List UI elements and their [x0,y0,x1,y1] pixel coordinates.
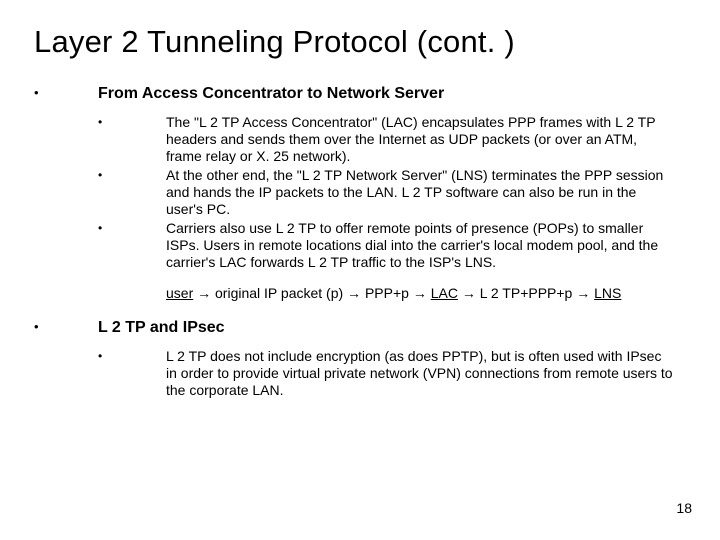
section-1-heading: From Access Concentrator to Network Serv… [98,84,444,104]
slide: Layer 2 Tunneling Protocol (cont. ) • Fr… [0,0,720,540]
list-item: • At the other end, the "L 2 TP Network … [98,167,686,218]
flow-node-lns: LNS [594,285,621,301]
bullet-icon: • [98,167,166,184]
bullet-icon: • [98,114,166,131]
page-number: 18 [676,500,692,516]
flow-node-lac: LAC [431,285,458,301]
list-item: • L 2 TP does not include encryption (as… [98,348,686,399]
arrow-icon: → [462,285,476,301]
section-1-heading-row: • From Access Concentrator to Network Se… [34,84,686,104]
arrow-icon: → [347,285,361,301]
flow-node-l2tp: L 2 TP+PPP+p [480,285,573,301]
arrow-icon: → [576,285,590,301]
list-item-text: Carriers also use L 2 TP to offer remote… [166,220,676,271]
arrow-icon: → [413,285,427,301]
flow-node-user: user [166,285,193,301]
list-item-text: L 2 TP does not include encryption (as d… [166,348,676,399]
flow-node-ip-packet: original IP packet (p) [215,285,343,301]
list-item: • Carriers also use L 2 TP to offer remo… [98,220,686,271]
section-1-items: • The "L 2 TP Access Concentrator" (LAC)… [98,114,686,271]
arrow-icon: → [197,285,211,301]
list-item-text: At the other end, the "L 2 TP Network Se… [166,167,676,218]
bullet-icon: • [34,318,98,336]
list-item: • The "L 2 TP Access Concentrator" (LAC)… [98,114,686,165]
bullet-icon: • [98,220,166,237]
encapsulation-flow: user → original IP packet (p) → PPP+p → … [166,285,686,302]
section-2-heading: L 2 TP and IPsec [98,318,225,338]
section-2-items: • L 2 TP does not include encryption (as… [98,348,686,399]
bullet-icon: • [98,348,166,365]
page-title: Layer 2 Tunneling Protocol (cont. ) [34,24,686,60]
list-item-text: The "L 2 TP Access Concentrator" (LAC) e… [166,114,676,165]
bullet-icon: • [34,84,98,102]
flow-node-ppp: PPP+p [365,285,409,301]
section-2-heading-row: • L 2 TP and IPsec [34,318,686,338]
